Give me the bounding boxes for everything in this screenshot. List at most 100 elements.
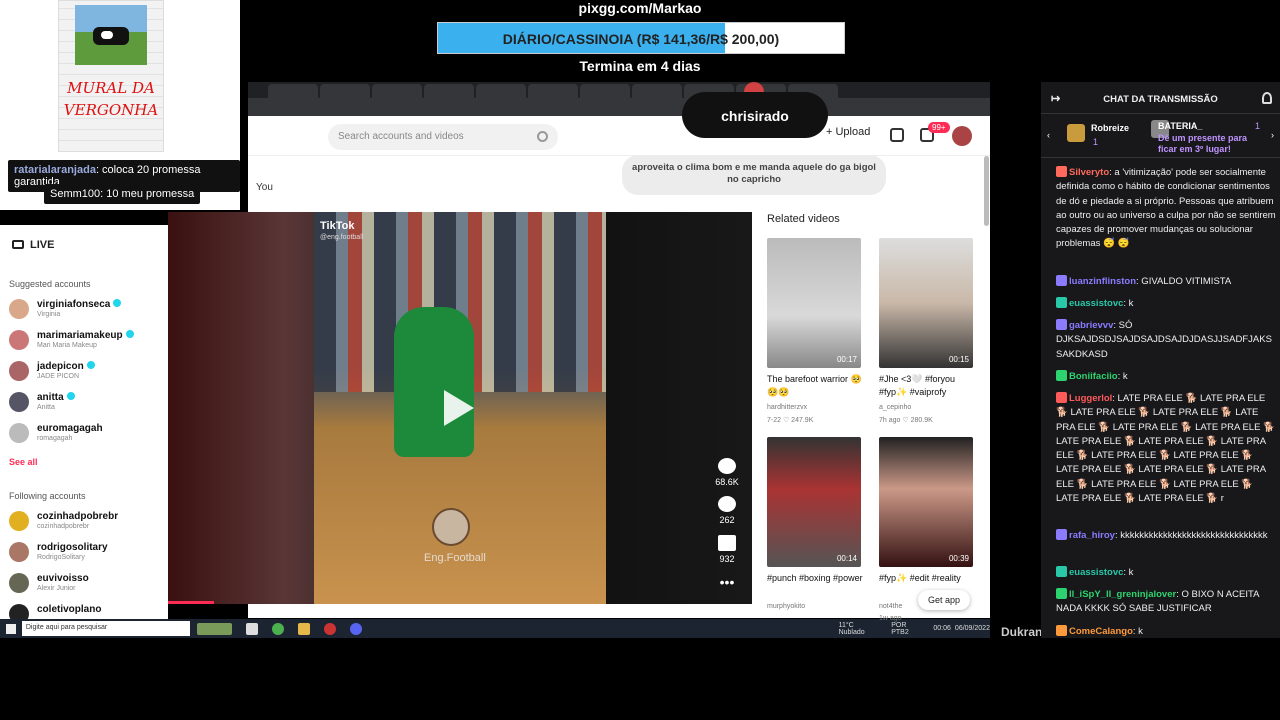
tiktok-sidebar: LIVE Suggested accounts virginiafonseca V… [0,225,169,624]
account-subtitle: cozinhadpobrebr [37,523,90,530]
search-icon[interactable] [537,131,548,142]
app-icon[interactable] [323,622,336,635]
account-name-text: marimariamakeup [37,330,123,341]
browser-tab[interactable] [632,84,682,98]
related-author[interactable]: hardhitterzvx [767,404,807,411]
task-view-icon[interactable] [246,622,259,635]
for-you-link[interactable]: You [256,182,273,193]
chevron-left-icon[interactable]: ‹ [1047,130,1050,140]
taskbar: Digite aqui para pesquisar 11°C Nublado … [0,619,990,638]
windows-start-icon[interactable] [6,623,16,634]
chat-username[interactable]: luanzinflinston [1069,276,1136,287]
chat-title: CHAT DA TRANSMISSÃO [1103,94,1218,105]
account-name: anitta [37,392,75,403]
upload-button[interactable]: + Upload [826,126,870,138]
related-author[interactable]: a_cepinho [879,404,911,411]
goal-deadline: Termina em 4 dias [579,58,701,74]
browser-tab[interactable] [580,84,630,98]
chat-text: : k [1132,626,1143,637]
see-all-link[interactable]: See all [9,457,38,467]
related-caption[interactable]: The barefoot warrior 🥺🥺🥺 [767,373,867,399]
user-badge-icon [1056,566,1067,577]
related-caption[interactable]: #punch #boxing #power [767,572,867,585]
football-player-image [394,307,474,457]
chat-username[interactable]: ll_iSpY_ll_greninjalover [1069,589,1176,600]
chat-username[interactable]: rafa_hiroy [1069,530,1115,541]
comment-button[interactable]: 262 [712,496,742,525]
browser-tab[interactable] [424,84,474,98]
gifter-name: BATERIA_ [1158,121,1203,131]
chat-username[interactable]: Silveryto [1069,167,1109,178]
avatar [9,361,29,381]
mural-title: MURAL DA VERGONHA [63,79,159,119]
related-thumbnail[interactable]: 00:39 [879,437,973,567]
gifter-count: 1 [1255,121,1261,131]
profile-avatar[interactable] [952,126,972,146]
user-badge-icon [1056,625,1067,636]
chat-text: : k [1123,298,1134,309]
get-app-button[interactable]: Get app [918,590,971,610]
chat-username[interactable]: ComeCalango [1069,626,1133,637]
related-caption[interactable]: #Jhe <3🤍 #foryou #fyp✨ #vaiprofy [879,373,979,399]
browser-tab[interactable] [528,84,578,98]
folder-icon[interactable] [298,622,310,635]
related-thumbnail[interactable]: 00:15 [879,238,973,368]
comment-count: 262 [719,515,735,525]
account-item[interactable]: cozinhadpobrebr cozinhadpobrebr [9,509,169,535]
search-input[interactable]: Search accounts and videos [328,124,558,150]
chat-username[interactable]: euassistovc [1069,567,1123,578]
chat-username[interactable]: gabrievvv [1069,320,1113,331]
verified-icon [86,361,95,369]
collapse-chat-icon[interactable]: ↦ [1051,92,1060,105]
browser-tab[interactable] [372,84,422,98]
browser-tab[interactable] [268,84,318,98]
weather-widget-icon[interactable] [196,622,233,635]
verified-icon [66,392,75,400]
related-thumbnail[interactable]: 00:14 [767,437,861,567]
chevron-right-icon[interactable]: › [1271,130,1274,140]
page-scrollbar[interactable] [984,156,989,226]
clock-date[interactable]: 06/09/2022 [955,625,990,632]
account-item[interactable]: jadepicon JADE PICON [9,359,169,385]
account-item[interactable]: virginiafonseca Virginia [9,297,169,323]
related-author[interactable]: not4the [879,603,902,610]
browser-tab[interactable] [476,84,526,98]
live-label: LIVE [30,239,55,251]
video-player[interactable]: TikTok @eng.football Eng.Football [314,212,606,604]
play-icon[interactable] [444,390,474,426]
users-icon[interactable] [1262,92,1272,104]
account-item[interactable]: rodrigosolitary RodrigoSolitary [9,540,169,566]
related-caption[interactable]: #fyp✨ #edit #reality [879,572,979,585]
streamer-tag: Dukran [1001,625,1043,639]
clock-time[interactable]: 00:06 [933,625,951,632]
browser-tab[interactable] [320,84,370,98]
like-count: 68.6K [715,477,739,487]
related-author[interactable]: murphyokito [767,603,805,610]
share-button[interactable]: 932 [712,535,742,564]
video-progress[interactable] [168,601,214,604]
account-item[interactable]: euromagagah romagagah [9,421,169,447]
related-thumbnail[interactable]: 00:17 [767,238,861,368]
chat-username[interactable]: Boniifaciio [1069,371,1118,382]
live-link[interactable]: LIVE [12,239,54,251]
chat-message: ComeCalango: k [1056,625,1278,639]
like-button[interactable]: 68.6K [712,458,742,487]
send-icon[interactable] [890,128,904,142]
address-bar[interactable] [248,98,990,116]
following-header: Following accounts [9,491,86,501]
taskbar-search[interactable]: Digite aqui para pesquisar [21,621,190,636]
discord-icon[interactable] [349,622,362,635]
account-item[interactable]: marimariamakeup Mari Maria Makeup [9,328,169,354]
account-item[interactable]: euvivoisso Alexir Junior [9,571,169,597]
avatar [9,423,29,443]
gift-cta[interactable]: Dê um presente para ficar em 3º lugar! [1158,133,1258,155]
language-indicator[interactable]: POR PTB2 [891,622,925,636]
chat-username[interactable]: euassistovc [1069,298,1123,309]
chat-username[interactable]: Luggerlol [1069,393,1112,404]
football-image [432,508,470,546]
account-item[interactable]: anitta Anitta [9,390,169,416]
chrome-icon[interactable] [272,622,285,635]
related-stats: 1w ago [879,615,902,622]
more-icon[interactable]: ••• [712,574,742,590]
chat-message: Boniifaciio: k [1056,370,1278,384]
